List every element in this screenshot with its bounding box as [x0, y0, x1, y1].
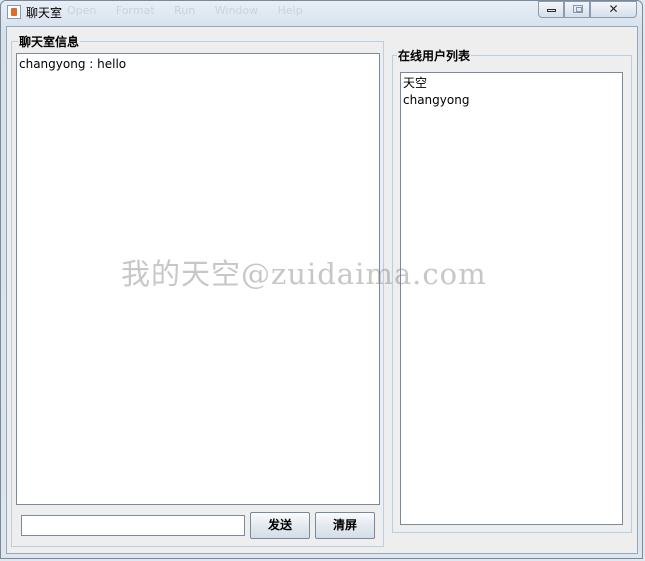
maximize-button[interactable]: [564, 1, 590, 18]
user-list-item[interactable]: changyong: [403, 92, 469, 108]
maximize-icon: [573, 5, 583, 13]
close-icon: ✕: [608, 2, 619, 16]
clear-screen-button[interactable]: 清屏: [315, 512, 375, 539]
minimize-button[interactable]: [538, 1, 564, 18]
close-button[interactable]: ✕: [590, 1, 637, 18]
background-menu-bar: Open Format Run Window Help: [67, 4, 319, 17]
java-app-icon: [7, 5, 21, 19]
chat-info-title: 聊天室信息: [18, 35, 81, 49]
send-button[interactable]: 发送: [250, 512, 310, 539]
minimize-icon: [547, 9, 556, 12]
message-input[interactable]: [21, 515, 245, 536]
title-bar[interactable]: 聊天室 Open Format Run Window Help ✕: [1, 1, 644, 25]
chat-message: changyong : hello: [19, 57, 127, 71]
ghost-menu-item: Format: [115, 4, 155, 17]
content-pane: 聊天室信息 changyong : hello 发送 清屏 在线用户列表 天空 …: [6, 26, 638, 554]
chat-window: 聊天室 Open Format Run Window Help ✕ 聊天室信息 …: [0, 0, 643, 559]
window-title: 聊天室: [26, 6, 63, 20]
ghost-menu-item: Open: [67, 4, 97, 17]
user-list-item[interactable]: 天空: [403, 75, 427, 91]
online-users-title: 在线用户列表: [397, 49, 472, 63]
chat-messages-area[interactable]: changyong : hello: [16, 53, 380, 505]
ghost-menu-item: Window: [214, 4, 259, 17]
ghost-menu-item: Run: [174, 4, 196, 17]
ghost-menu-item: Help: [277, 4, 303, 17]
online-users-list[interactable]: 天空 changyong: [400, 72, 623, 525]
